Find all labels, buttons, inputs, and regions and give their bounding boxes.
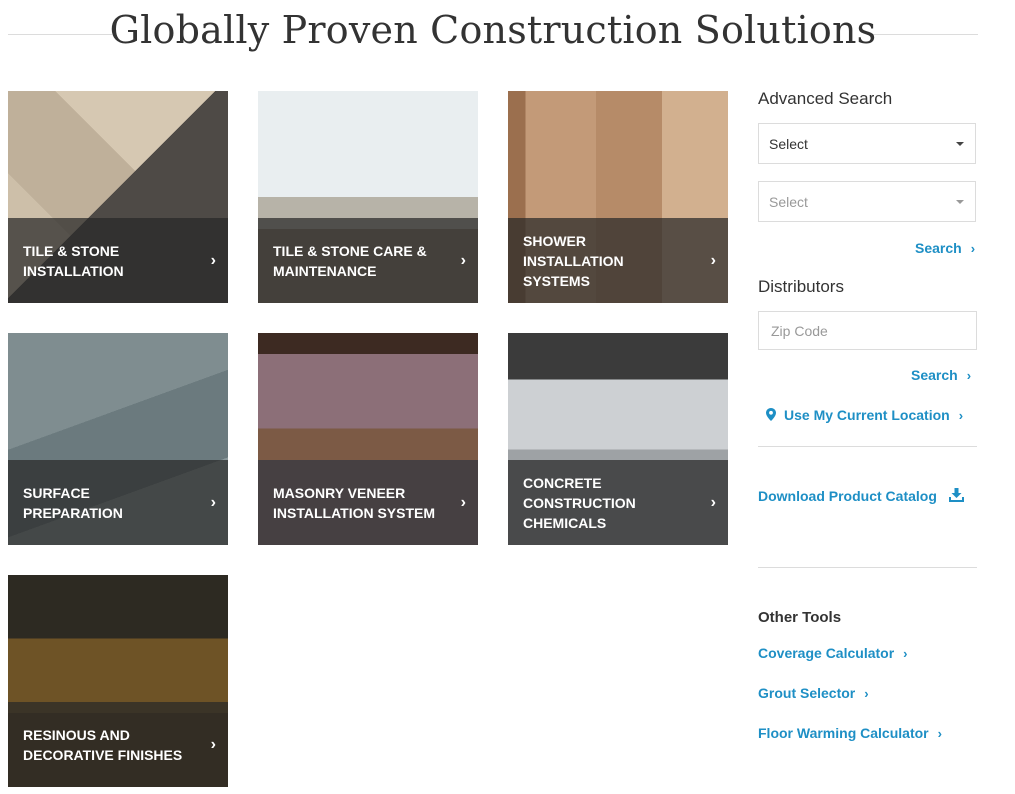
tile-label: TILE & STONE INSTALLATION	[23, 242, 124, 279]
chevron-right-icon: ›	[710, 493, 716, 511]
tile-caption: SURFACE PREPARATION ›	[8, 460, 228, 545]
download-label: Download Product Catalog	[758, 488, 937, 504]
tile-label: MASONRY VENEER INSTALLATION SYSTEM	[273, 484, 436, 521]
distributors-title: Distributors	[758, 277, 844, 296]
tile-caption: TILE & STONE INSTALLATION ›	[8, 218, 228, 303]
tile-masonry-veneer[interactable]: MASONRY VENEER INSTALLATION SYSTEM ›	[258, 333, 478, 545]
chevron-right-icon: ›	[710, 251, 716, 269]
chevron-right-icon: ›	[460, 251, 466, 269]
caret-down-icon	[956, 141, 964, 146]
grout-selector-link[interactable]: Grout Selector ›	[758, 685, 869, 701]
search-label: Search	[911, 367, 958, 383]
tile-caption: TILE & STONE CARE & MAINTENANCE ›	[258, 218, 478, 303]
tile-label: SURFACE PREPARATION	[23, 484, 123, 521]
select-value: Select	[769, 193, 808, 210]
tile-concrete-chemicals[interactable]: CONCRETE CONSTRUCTION CHEMICALS ›	[508, 333, 728, 545]
advanced-search-title: Advanced Search	[758, 89, 893, 108]
chevron-right-icon: ›	[937, 726, 942, 741]
tool-label: Grout Selector	[758, 685, 856, 701]
tile-label: TILE & STONE CARE & MAINTENANCE	[273, 242, 427, 279]
chevron-right-icon: ›	[210, 735, 216, 753]
tile-caption: SHOWER INSTALLATION SYSTEMS ›	[508, 218, 728, 303]
use-current-location-link[interactable]: Use My Current Location ›	[766, 407, 963, 423]
subcategory-select[interactable]: Select	[758, 181, 976, 222]
chevron-right-icon: ›	[864, 686, 869, 701]
chevron-right-icon: ›	[460, 493, 466, 511]
tile-shower-installation[interactable]: SHOWER INSTALLATION SYSTEMS ›	[508, 91, 728, 303]
chevron-right-icon: ›	[210, 493, 216, 511]
tool-label: Floor Warming Calculator	[758, 725, 929, 741]
page-title: Globally Proven Construction Solutions	[109, 8, 877, 52]
tool-label: Coverage Calculator	[758, 645, 895, 661]
tile-surface-preparation[interactable]: SURFACE PREPARATION ›	[8, 333, 228, 545]
chevron-right-icon: ›	[966, 368, 972, 383]
download-icon	[948, 488, 964, 502]
tile-caption: MASONRY VENEER INSTALLATION SYSTEM ›	[258, 460, 478, 545]
chevron-right-icon: ›	[958, 408, 964, 423]
tile-label: SHOWER INSTALLATION SYSTEMS	[523, 232, 624, 289]
distributor-search-button[interactable]: Search ›	[911, 367, 971, 383]
map-pin-icon	[766, 408, 776, 421]
chevron-right-icon: ›	[903, 646, 908, 661]
hero-header: Globally Proven Construction Solutions	[8, 4, 978, 64]
floor-warming-calculator-link[interactable]: Floor Warming Calculator ›	[758, 725, 942, 741]
zip-code-input[interactable]	[758, 311, 977, 350]
tile-tile-stone-installation[interactable]: TILE & STONE INSTALLATION ›	[8, 91, 228, 303]
select-value: Select	[769, 135, 808, 152]
divider	[758, 446, 977, 447]
tile-label: RESINOUS AND DECORATIVE FINISHES	[23, 726, 183, 763]
tile-resinous-finishes[interactable]: RESINOUS AND DECORATIVE FINISHES ›	[8, 575, 228, 787]
chevron-right-icon: ›	[210, 251, 216, 269]
location-label: Use My Current Location	[784, 407, 950, 423]
other-tools-title: Other Tools	[758, 609, 842, 626]
divider	[758, 567, 977, 568]
coverage-calculator-link[interactable]: Coverage Calculator ›	[758, 645, 908, 661]
tile-tile-stone-care[interactable]: TILE & STONE CARE & MAINTENANCE ›	[258, 91, 478, 303]
search-label: Search	[915, 240, 962, 256]
tile-label: CONCRETE CONSTRUCTION CHEMICALS	[523, 474, 636, 531]
download-catalog-link[interactable]: Download Product Catalog	[758, 488, 964, 504]
tile-caption: CONCRETE CONSTRUCTION CHEMICALS ›	[508, 460, 728, 545]
advanced-search-button[interactable]: Search ›	[915, 240, 975, 256]
caret-down-icon	[956, 199, 964, 204]
chevron-right-icon: ›	[970, 241, 976, 256]
category-select[interactable]: Select	[758, 123, 976, 164]
tile-caption: RESINOUS AND DECORATIVE FINISHES ›	[8, 702, 228, 787]
